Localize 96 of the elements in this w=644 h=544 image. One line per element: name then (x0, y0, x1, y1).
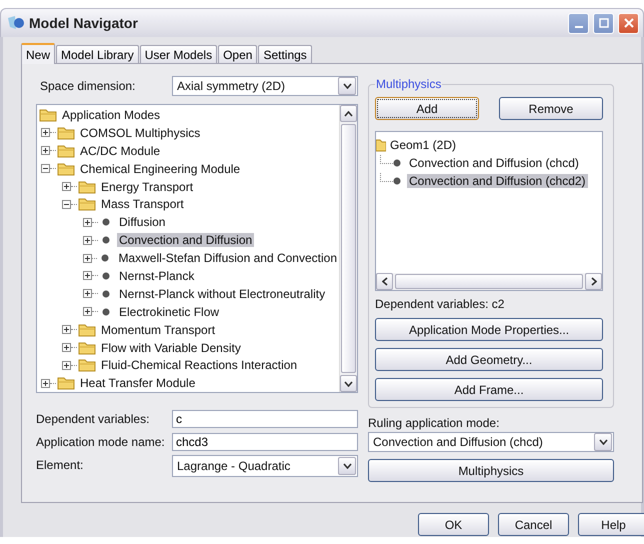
expand-icon[interactable] (62, 182, 71, 191)
bullet-icon (102, 218, 110, 226)
close-icon (624, 18, 634, 28)
horizontal-scrollbar[interactable] (376, 273, 602, 290)
tab[interactable]: Settings (258, 45, 312, 63)
tree-item[interactable]: Fluid-Chemical Reactions Interaction (99, 358, 300, 372)
expand-icon[interactable] (83, 271, 92, 280)
chevron-down-icon (342, 463, 352, 469)
expand-icon[interactable] (83, 236, 92, 245)
folder-icon (57, 162, 75, 176)
tree-item[interactable]: Convection and Diffusion (chcd2) (407, 174, 588, 188)
vertical-scrollbar[interactable] (339, 105, 357, 392)
tree-item[interactable]: Energy Transport (99, 180, 196, 194)
group-title: Multiphysics (375, 77, 442, 91)
space-dimension-dropdown[interactable]: Axial symmetry (2D) (172, 76, 358, 96)
folder-icon (78, 197, 96, 212)
push-button[interactable]: Application Mode Properties... (375, 318, 603, 341)
field-label: Dependent variables: (36, 412, 150, 426)
field-label: Element: (36, 458, 84, 472)
input-field[interactable]: c (172, 410, 358, 428)
input-field[interactable]: chcd3 (172, 432, 358, 450)
tab[interactable]: Open (218, 45, 258, 63)
ruling-mode-label: Ruling application mode: (368, 416, 500, 430)
folder-icon (78, 180, 96, 194)
tab[interactable]: New (21, 43, 56, 64)
expand-icon[interactable] (62, 343, 71, 352)
dependent-variables-text: Dependent variables: c2 (375, 297, 506, 311)
expand-icon[interactable] (62, 360, 71, 370)
chevron-left-icon[interactable] (382, 277, 388, 286)
folder-icon (78, 322, 96, 337)
element-dropdown[interactable]: Lagrange - Quadratic (172, 455, 358, 477)
push-button[interactable]: Remove (499, 97, 603, 120)
push-button[interactable]: Help (578, 513, 644, 536)
expand-icon[interactable] (62, 325, 71, 334)
tree-item[interactable]: Mass Transport (99, 197, 186, 212)
collapse-icon[interactable] (41, 164, 50, 174)
chevron-down-icon (342, 83, 352, 89)
expand-icon[interactable] (83, 289, 92, 298)
tree-item[interactable]: Application Modes (60, 108, 162, 122)
collapse-icon[interactable] (62, 200, 71, 209)
tree-item[interactable]: COMSOL Multiphysics (78, 126, 202, 140)
folder-icon (78, 340, 96, 355)
folder-icon (39, 108, 57, 122)
tree-item[interactable]: AC/DC Module (78, 144, 162, 158)
window-title: Model Navigator (29, 15, 138, 31)
tab[interactable]: User Models (140, 45, 218, 63)
maximize-button[interactable] (593, 12, 614, 34)
bullet-icon (102, 308, 110, 316)
space-dimension-label: Space dimension: (39, 79, 136, 93)
tree-item[interactable]: Flow with Variable Density (99, 340, 243, 355)
expand-icon[interactable] (41, 378, 50, 388)
chevron-right-icon[interactable] (590, 277, 596, 286)
bullet-icon (101, 254, 110, 262)
push-button[interactable]: OK (418, 513, 489, 536)
minimize-icon (574, 26, 582, 28)
expand-icon[interactable] (83, 218, 92, 227)
expand-icon[interactable] (41, 128, 50, 138)
push-button[interactable]: Add Frame... (375, 378, 603, 401)
tree-item[interactable]: Heat Transfer Module (78, 376, 198, 390)
push-button[interactable]: Add (375, 97, 479, 120)
tab[interactable]: Model Library (56, 45, 139, 63)
maximize-icon (598, 18, 608, 28)
push-button[interactable]: Add Geometry... (375, 348, 603, 371)
bullet-icon (393, 177, 401, 185)
folder-icon (57, 126, 75, 140)
minimize-button[interactable] (568, 12, 589, 34)
expand-icon[interactable] (83, 254, 92, 263)
chevron-down-icon (598, 439, 608, 445)
bullet-icon (102, 236, 110, 244)
app-logo-icon (7, 15, 25, 31)
tree-item[interactable]: Momentum Transport (99, 322, 218, 337)
chevron-down-icon[interactable] (344, 380, 353, 386)
close-button[interactable] (618, 12, 639, 34)
tree-item[interactable]: Nernst-Planck (117, 268, 196, 283)
tree-item[interactable]: Nernst-Planck without Electroneutrality (117, 286, 328, 301)
tree-item[interactable]: Convection and Diffusion (117, 233, 254, 248)
tree-item[interactable]: Chemical Engineering Module (78, 162, 242, 176)
ruling-mode-dropdown[interactable]: Convection and Diffusion (chcd) (368, 432, 614, 452)
bullet-icon (102, 290, 110, 298)
tree-item[interactable]: Geom1 (2D) (388, 138, 458, 152)
expand-icon[interactable] (83, 307, 92, 316)
tree-item[interactable]: Diffusion (117, 215, 168, 230)
folder-icon (376, 138, 386, 152)
folder-icon (57, 376, 75, 390)
bullet-icon (102, 272, 110, 280)
tree-item[interactable]: Convection and Diffusion (chcd) (407, 156, 581, 170)
push-button[interactable]: Cancel (498, 513, 569, 536)
folder-icon (78, 358, 96, 372)
tree-item[interactable]: Maxwell-Stefan Diffusion and Convection (116, 251, 339, 266)
expand-icon[interactable] (41, 146, 50, 156)
folder-icon (57, 144, 75, 158)
field-label: Application mode name: (36, 434, 166, 448)
bullet-icon (393, 159, 401, 167)
tree-item[interactable]: Electrokinetic Flow (117, 304, 222, 319)
chevron-up-icon[interactable] (344, 110, 353, 116)
multiphysics-button[interactable]: Multiphysics (368, 459, 614, 482)
